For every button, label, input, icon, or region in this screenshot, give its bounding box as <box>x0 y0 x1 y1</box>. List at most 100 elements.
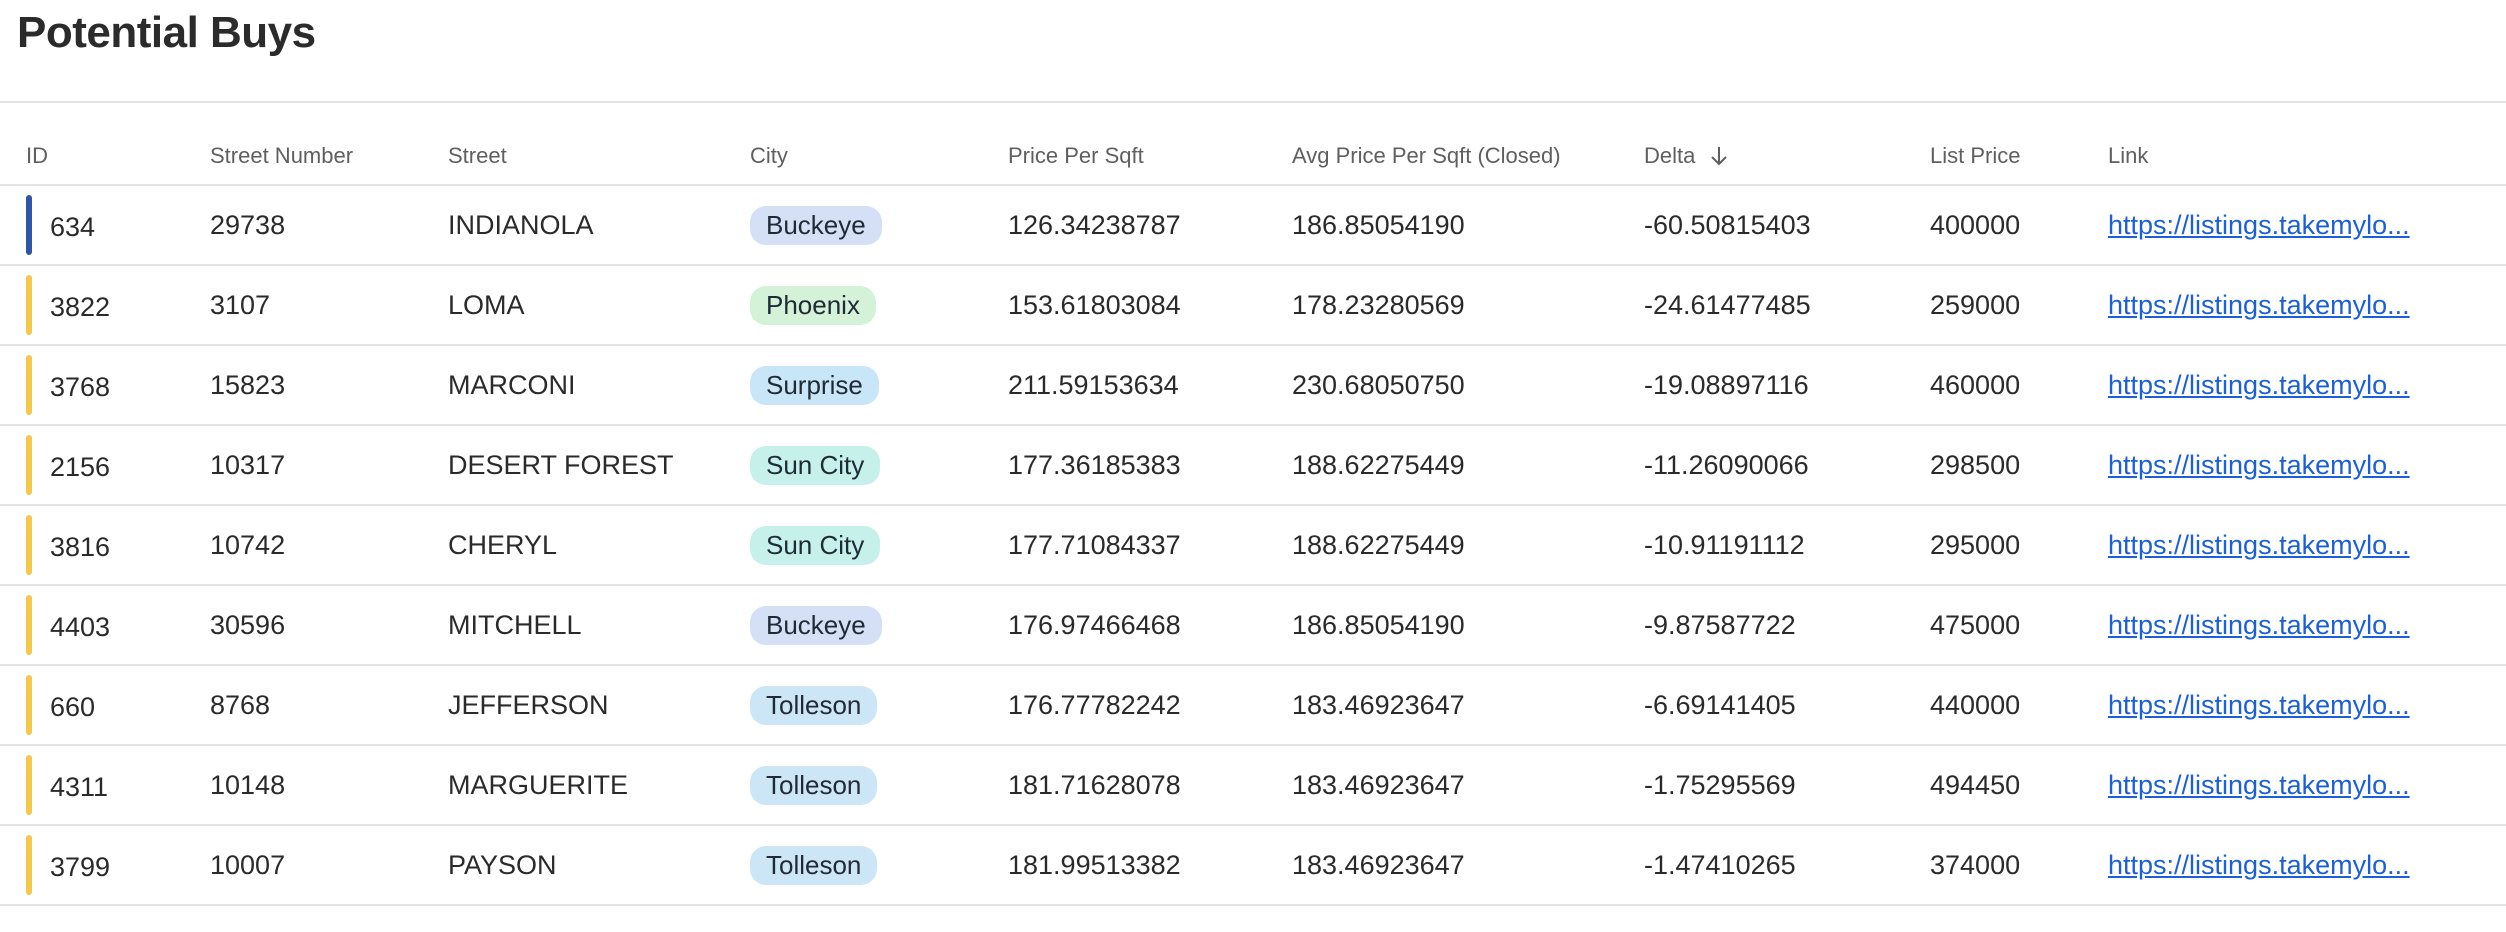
cell-price-per-sqft: 126.34238787 <box>1008 209 1181 240</box>
table-row[interactable]: 2156 10317 DESERT FOREST Sun City 177.361853… <box>0 426 2506 506</box>
table-row[interactable]: 3768 15823 MARCONI Surprise 211.59153634 230.… <box>0 346 2506 426</box>
cell-id: 3768 <box>26 346 186 424</box>
cell-avg-price-per-sqft: 183.46923647 <box>1292 849 1465 880</box>
listing-link[interactable]: https://listings.takemylo... <box>2108 690 2410 721</box>
cell-id: 3822 <box>26 266 186 344</box>
cell-street-number: 8768 <box>210 689 271 720</box>
potential-buys-table: ID Street Number Street City Price Per S… <box>0 128 2506 906</box>
cell-avg-price-per-sqft: 188.62275449 <box>1292 449 1465 480</box>
cell-price-per-sqft: 176.77782242 <box>1008 689 1181 720</box>
cell-street: LOMA <box>448 289 525 320</box>
listing-link[interactable]: https://listings.takemylo... <box>2108 530 2410 561</box>
cell-price-per-sqft: 181.71628078 <box>1008 769 1181 800</box>
cell-id: 3816 <box>26 506 186 584</box>
listing-link[interactable]: https://listings.takemylo... <box>2108 770 2410 801</box>
id-value: 3816 <box>50 531 111 562</box>
table-row[interactable]: 634 29738 INDIANOLA Buckeye 126.34238787 186.… <box>0 186 2506 266</box>
cell-street-number: 10317 <box>210 449 286 480</box>
listing-link[interactable]: https://listings.takemylo... <box>2108 850 2410 881</box>
cell-delta: -6.69141405 <box>1644 689 1796 720</box>
table-row[interactable]: 4403 30596 MITCHELL Buckeye 176.97466468 186.… <box>0 586 2506 666</box>
cell-street-number: 10742 <box>210 529 286 560</box>
cell-city: Buckeye <box>750 186 990 264</box>
id-value: 3768 <box>50 371 111 402</box>
city-tag: Buckeye <box>750 205 882 245</box>
cell-link: https://listings.takemylo... <box>2108 186 2418 264</box>
row-status-indicator <box>26 515 32 575</box>
column-header-street-number[interactable]: Street Number <box>210 128 430 184</box>
city-tag: Buckeye <box>750 605 882 645</box>
table-row[interactable]: 4311 10148 MARGUERITE Tolleson 181.71628078 1… <box>0 746 2506 826</box>
cell-id: 660 <box>26 666 186 744</box>
cell-avg-price-per-sqft: 183.46923647 <box>1292 769 1465 800</box>
table-row[interactable]: 3822 3107 LOMA Phoenix 153.61803084 178.23280… <box>0 266 2506 346</box>
cell-link: https://listings.takemylo... <box>2108 666 2418 744</box>
column-header-delta[interactable]: Delta <box>1644 128 1904 184</box>
arrow-down-icon[interactable] <box>1709 145 1729 167</box>
cell-street: MITCHELL <box>448 609 582 640</box>
cell-price-per-sqft: 176.97466468 <box>1008 609 1181 640</box>
cell-link: https://listings.takemylo... <box>2108 746 2418 824</box>
cell-city: Tolleson <box>750 746 990 824</box>
table-row[interactable]: 3816 10742 CHERYL Sun City 177.71084337 188.6… <box>0 506 2506 586</box>
cell-city: Sun City <box>750 426 990 504</box>
cell-id: 4403 <box>26 586 186 664</box>
column-header-delta-label: Delta <box>1644 143 1696 168</box>
cell-city: Tolleson <box>750 826 990 904</box>
cell-link: https://listings.takemylo... <box>2108 266 2418 344</box>
cell-link: https://listings.takemylo... <box>2108 586 2418 664</box>
cell-price-per-sqft: 153.61803084 <box>1008 289 1181 320</box>
cell-city: Surprise <box>750 346 990 424</box>
cell-street: INDIANOLA <box>448 209 594 240</box>
cell-avg-price-per-sqft: 178.23280569 <box>1292 289 1465 320</box>
cell-link: https://listings.takemylo... <box>2108 346 2418 424</box>
listing-link[interactable]: https://listings.takemylo... <box>2108 290 2410 321</box>
cell-list-price: 400000 <box>1930 209 2021 240</box>
id-value: 2156 <box>50 451 111 482</box>
cell-delta: -9.87587722 <box>1644 609 1796 640</box>
column-header-street[interactable]: Street <box>448 128 738 184</box>
city-tag: Tolleson <box>750 685 878 725</box>
cell-list-price: 295000 <box>1930 529 2021 560</box>
cell-city: Tolleson <box>750 666 990 744</box>
city-tag: Sun City <box>750 445 881 485</box>
cell-link: https://listings.takemylo... <box>2108 506 2418 584</box>
column-header-id[interactable]: ID <box>26 128 186 184</box>
listing-link[interactable]: https://listings.takemylo... <box>2108 450 2410 481</box>
row-status-indicator <box>26 435 32 495</box>
cell-street: PAYSON <box>448 849 557 880</box>
cell-list-price: 475000 <box>1930 609 2021 640</box>
cell-id: 2156 <box>26 426 186 504</box>
listing-link[interactable]: https://listings.takemylo... <box>2108 210 2410 241</box>
cell-delta: -11.26090066 <box>1644 449 1809 480</box>
row-status-indicator <box>26 835 32 895</box>
id-value: 3822 <box>50 291 111 322</box>
city-tag: Sun City <box>750 525 881 565</box>
column-header-price-per-sqft[interactable]: Price Per Sqft <box>1008 128 1278 184</box>
cell-street: MARGUERITE <box>448 769 629 800</box>
cell-delta: -60.50815403 <box>1644 209 1811 240</box>
page-title: Potential Buys <box>17 8 316 57</box>
column-header-city[interactable]: City <box>750 128 990 184</box>
cell-street: MARCONI <box>448 369 576 400</box>
cell-list-price: 460000 <box>1930 369 2021 400</box>
column-header-avg-price-per-sqft[interactable]: Avg Price Per Sqft (Closed) <box>1292 128 1622 184</box>
listing-link[interactable]: https://listings.takemylo... <box>2108 370 2410 401</box>
cell-id: 3799 <box>26 826 186 904</box>
table-row[interactable]: 660 8768 JEFFERSON Tolleson 176.77782242 183.… <box>0 666 2506 746</box>
city-tag: Phoenix <box>750 285 876 325</box>
cell-street-number: 15823 <box>210 369 286 400</box>
city-tag: Tolleson <box>750 845 878 885</box>
table-row[interactable]: 3799 10007 PAYSON Tolleson 181.99513382 183.4… <box>0 826 2506 906</box>
cell-list-price: 374000 <box>1930 849 2021 880</box>
cell-link: https://listings.takemylo... <box>2108 826 2418 904</box>
cell-delta: -24.61477485 <box>1644 289 1811 320</box>
id-value: 4403 <box>50 611 111 642</box>
table-header-row: ID Street Number Street City Price Per S… <box>0 128 2506 186</box>
listing-link[interactable]: https://listings.takemylo... <box>2108 610 2410 641</box>
column-header-list-price[interactable]: List Price <box>1930 128 2090 184</box>
column-header-link[interactable]: Link <box>2108 128 2418 184</box>
cell-street-number: 29738 <box>210 209 286 240</box>
id-value: 660 <box>50 691 96 722</box>
cell-delta: -19.08897116 <box>1644 369 1809 400</box>
